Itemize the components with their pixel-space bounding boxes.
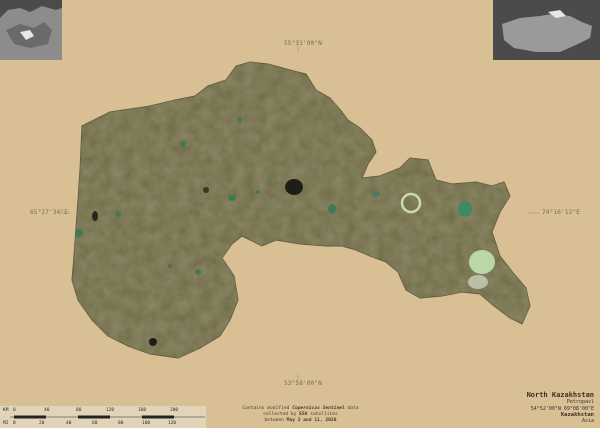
graticule-label-bottom: 53°58'00"N (284, 380, 323, 387)
lake (238, 117, 242, 123)
lake (328, 204, 336, 214)
graticule-label-top: 55°31'00"N (284, 40, 323, 47)
lake (75, 229, 83, 237)
salt-lake (469, 250, 495, 274)
dark-lake (285, 179, 303, 195)
lake (149, 338, 157, 346)
scale-mi-tick: 0 (13, 421, 16, 426)
lake (168, 264, 172, 268)
scale-mi-tick: 120 (168, 421, 177, 426)
region-name: North Kazakhstan (526, 391, 594, 399)
lake (92, 211, 98, 221)
satellite-map (0, 0, 600, 428)
scale-km-tick: 200 (170, 408, 179, 413)
scale-km-tick: 0 (13, 408, 16, 413)
scale-km-tick: 160 (138, 408, 147, 413)
lake (115, 211, 121, 217)
scale-km-tick: 40 (44, 408, 50, 413)
lake (228, 195, 236, 201)
scale-unit-mi: MI (3, 421, 9, 426)
scale-bar: KM 0 40 80 120 160 200 MI 0 20 40 60 80 … (0, 406, 206, 428)
attribution: Contains modified Copernicus Sentinel da… (242, 406, 359, 423)
lake (203, 187, 209, 193)
lake (372, 191, 380, 197)
continent-name: Asia (581, 418, 594, 424)
region-info: North Kazakhstan Petropavl 54°52'00"N 69… (527, 391, 594, 425)
scale-unit-km: KM (3, 408, 9, 413)
graticule-label-left: 65°27'34"E (30, 209, 69, 216)
graticule-label-right: 74°16'12"E (542, 209, 581, 216)
lake (195, 269, 201, 275)
scale-mi-tick: 100 (142, 421, 151, 426)
scale-mi-tick: 80 (118, 421, 124, 426)
salt-flat (468, 275, 488, 289)
scale-mi-tick: 20 (39, 421, 45, 426)
scale-mi-tick: 40 (66, 421, 72, 426)
lake (256, 190, 260, 194)
scale-mi-tick: 60 (92, 421, 98, 426)
scale-km-tick: 80 (76, 408, 82, 413)
lake (458, 201, 472, 217)
lake (180, 141, 186, 147)
scale-km-tick: 120 (106, 408, 115, 413)
